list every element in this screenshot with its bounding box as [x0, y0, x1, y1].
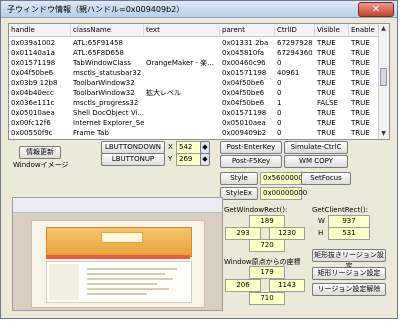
col-ctrlid[interactable]: CtrlID: [275, 24, 315, 36]
getwindowrect-label: GetWindowRect():: [224, 206, 288, 214]
gwr-bottom-field[interactable]: 720: [249, 239, 285, 252]
gcr-h-field[interactable]: 531: [328, 227, 370, 240]
cell-handle: 0x00550f9c: [11, 129, 53, 137]
org-bottom-field[interactable]: 710: [249, 292, 285, 305]
getclientrect-label: GetClientRect():: [312, 206, 369, 214]
x-label: X: [168, 143, 173, 151]
preview-text-line: [87, 288, 169, 290]
close-button[interactable]: ✕: [358, 2, 394, 17]
preview-sidebar: [49, 264, 79, 300]
preview-text-line: [87, 268, 177, 270]
cell-text: [144, 127, 220, 139]
preview-logo: [101, 232, 143, 243]
window-image-preview[interactable]: [12, 197, 223, 311]
scroll-up-icon[interactable]: ▲: [380, 25, 387, 33]
cell-classname: Frame Tab: [73, 129, 109, 137]
col-text[interactable]: text: [144, 24, 220, 36]
refresh-button[interactable]: 情報更新: [19, 146, 61, 159]
rect-region-button[interactable]: 矩形リージョン設定: [312, 267, 386, 280]
close-icon: ✕: [371, 4, 381, 15]
list-header: handle className text parent CtrlID Visi…: [9, 24, 381, 37]
window-image-label: Windowイメージ: [13, 161, 69, 169]
preview-text-line: [87, 273, 165, 275]
preview-text-line: [87, 278, 173, 280]
setfocus-button[interactable]: SetFocus: [301, 172, 351, 185]
window-title: 子ウィンドウ情報（親ハンドル=0x009409b2）: [7, 5, 185, 14]
org-top-field[interactable]: 179: [249, 266, 285, 279]
gcr-w-label: W: [318, 217, 325, 225]
col-enable[interactable]: Enable: [349, 24, 381, 36]
child-window-info-dialog: 子ウィンドウ情報（親ハンドル=0x009409b2） ✕ handle clas…: [0, 0, 398, 319]
style-field[interactable]: 0x56000000: [260, 172, 307, 185]
table-row[interactable]: 0x00550f9c Frame Tab 0x009409b2 0 TRUE T…: [9, 127, 381, 139]
preview-nav-bar: [46, 255, 190, 259]
cell-enable: TRUE: [351, 129, 370, 137]
region-clear-button[interactable]: リージョン設定解除: [312, 283, 386, 296]
preview-text-line: [87, 283, 157, 285]
cell-ctrlid: 0: [277, 129, 282, 137]
preview-main-content: [83, 264, 187, 300]
rect-except-region-button[interactable]: 矩形抜きリージョン設定: [312, 249, 386, 270]
col-classname[interactable]: className: [71, 24, 144, 36]
scroll-thumb[interactable]: [380, 68, 387, 86]
org-left-field[interactable]: 206: [225, 279, 261, 292]
preview-page: [31, 220, 205, 308]
gcr-h-label: H: [318, 229, 324, 237]
col-handle[interactable]: handle: [9, 24, 71, 36]
child-window-list[interactable]: handle className text parent CtrlID Visi…: [8, 23, 390, 140]
y-spin-icon[interactable]: ◆: [200, 153, 210, 166]
preview-header-banner: [46, 227, 192, 257]
lbuttonup-button[interactable]: LBUTTONUP: [101, 153, 165, 166]
cell-visible: TRUE: [317, 129, 336, 137]
org-right-field[interactable]: 1143: [269, 279, 305, 292]
preview-toolbar: [13, 198, 222, 213]
col-parent[interactable]: parent: [220, 24, 275, 36]
y-label: Y: [168, 155, 173, 163]
styleex-field[interactable]: 0x00000000: [260, 187, 307, 200]
title-bar[interactable]: 子ウィンドウ情報（親ハンドル=0x009409b2） ✕: [1, 1, 397, 18]
cell-parent: 0x009409b2: [222, 129, 267, 137]
wm-copy-button[interactable]: WM COPY: [284, 155, 348, 168]
scroll-down-icon[interactable]: ▼: [380, 130, 387, 138]
simulate-ctrlc-button[interactable]: Simulate-CtrlC: [284, 141, 348, 154]
styleex-button[interactable]: StyleEx: [220, 187, 258, 200]
style-button[interactable]: Style: [220, 172, 258, 185]
col-visible[interactable]: Visible: [315, 24, 349, 36]
y-field[interactable]: 269: [176, 153, 202, 166]
list-scrollbar[interactable]: ▲ ▼: [378, 24, 389, 139]
post-enterkey-button[interactable]: Post-EnterKey: [220, 141, 282, 154]
post-f5key-button[interactable]: Post-F5Key: [220, 155, 282, 168]
preview-text-line: [87, 293, 147, 295]
preview-body: [46, 261, 192, 303]
